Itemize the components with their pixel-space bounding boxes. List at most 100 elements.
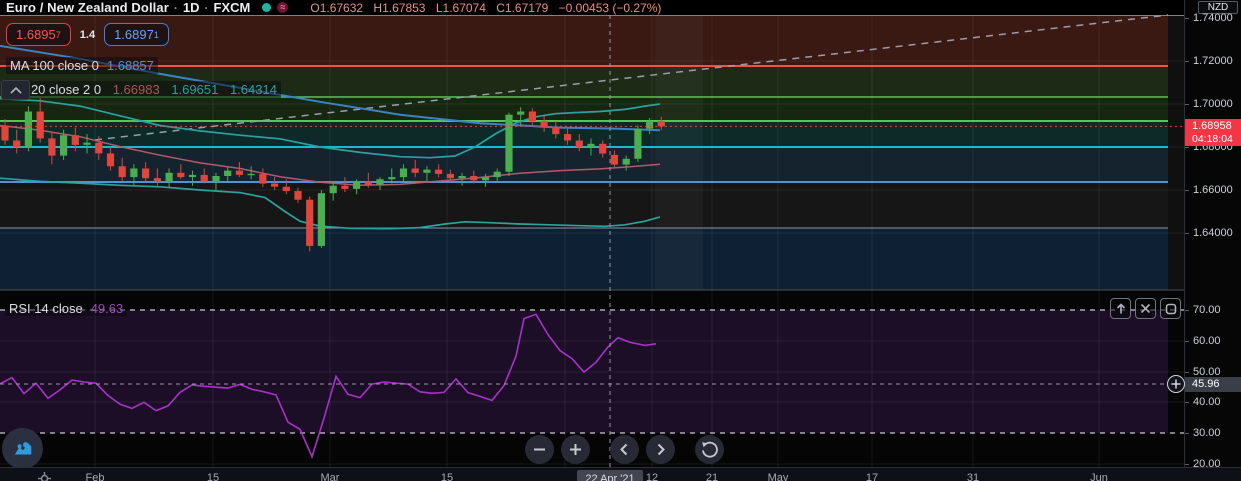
- candle-body: [388, 177, 396, 180]
- axis-tick: [1185, 104, 1189, 105]
- area-chart-logo-icon: [14, 441, 31, 454]
- bar-countdown: 04:18:04: [1192, 133, 1233, 145]
- bb-lower-value: 1.64314: [229, 82, 277, 97]
- ohlc-close-value: 1.67179: [504, 0, 549, 15]
- ohlc-high-label: H: [373, 0, 383, 15]
- rsi-indicator-name: RSI 14 close: [9, 301, 83, 316]
- axis-tick: [1185, 233, 1189, 234]
- axis-tick: [1185, 147, 1189, 148]
- maximize-pane-button[interactable]: [1160, 298, 1181, 319]
- candle-body: [294, 191, 302, 200]
- time-axis-label: Feb: [85, 472, 105, 481]
- bb-indicator-row[interactable]: BB 20 close 2 0 1.66983 1.69651 1.64314: [6, 81, 281, 98]
- candle-body: [564, 134, 572, 141]
- approx-data-icon[interactable]: ≈: [277, 2, 289, 13]
- candle-body: [71, 135, 79, 145]
- candle-body: [575, 140, 583, 147]
- axis-tick: [1185, 61, 1189, 62]
- price-level-label-blue[interactable]: 1.6897 1: [104, 23, 169, 46]
- candle-body: [106, 153, 115, 167]
- candle-body: [36, 111, 44, 139]
- timeframe-label[interactable]: 1D: [183, 0, 200, 15]
- candle-body: [247, 173, 255, 176]
- close-pane-button[interactable]: [1135, 298, 1156, 319]
- price-zone: [0, 228, 1168, 290]
- candle-body: [528, 111, 536, 122]
- candle-body: [130, 168, 138, 178]
- candle-body: [60, 135, 68, 156]
- symbol-title[interactable]: Euro / New Zealand Dollar: [6, 0, 169, 15]
- market-status-icon[interactable]: [262, 3, 272, 12]
- price-zone: [0, 147, 1168, 182]
- reset-view-button[interactable]: [695, 435, 724, 464]
- chevron-left-icon: [620, 443, 628, 456]
- candle-body: [48, 138, 56, 156]
- ohlc-open-label: O: [310, 0, 320, 15]
- arrow-up-icon: [1116, 302, 1125, 313]
- candle-body: [646, 121, 654, 129]
- legend-collapse-button[interactable]: [1, 80, 30, 100]
- axis-settings-gear-icon[interactable]: [38, 472, 51, 481]
- axis-tick: [1185, 433, 1189, 434]
- candle-body: [271, 183, 279, 187]
- candle-body: [493, 171, 501, 178]
- exchange-label[interactable]: FXCM: [214, 0, 251, 15]
- current-price-badge: 1.68958 04:18:04: [1185, 119, 1241, 146]
- candle-body: [376, 179, 384, 185]
- bb-basis-value: 1.66983: [112, 82, 160, 97]
- candle-body: [399, 168, 408, 178]
- axis-tick: [1185, 310, 1189, 311]
- price-axis-label: 30.00: [1193, 427, 1221, 439]
- price-axis-label: 1.70000: [1193, 98, 1233, 110]
- candle-body: [435, 169, 443, 174]
- price-axis-label: 1.74000: [1193, 12, 1233, 24]
- rsi-indicator-row[interactable]: RSI 14 close 49.63: [5, 301, 128, 316]
- zoom-in-button[interactable]: [561, 435, 590, 464]
- candle-body: [587, 143, 595, 147]
- chart-legend: 1.6895 7 1.4 1.6897 1 MA 100 close 0 1.688…: [6, 23, 281, 98]
- candle-body: [481, 177, 490, 181]
- chevron-right-icon: [657, 443, 665, 456]
- scroll-left-button[interactable]: [610, 435, 639, 464]
- candle-body: [364, 181, 372, 185]
- ma-indicator-name: MA 100 close 0: [10, 58, 99, 73]
- plus-icon: [1171, 379, 1181, 389]
- axis-tick: [1185, 402, 1189, 403]
- scroll-right-button[interactable]: [646, 435, 675, 464]
- candle-body: [622, 158, 630, 165]
- time-axis-label: May: [767, 472, 789, 481]
- candle-body: [517, 111, 525, 115]
- candle-body: [177, 172, 185, 178]
- time-axis[interactable]: Feb 15 Mar 15 12 21 May 17 31 Jun 22 Apr '21: [0, 467, 1241, 481]
- ohlc-low-value: 1.67074: [442, 0, 486, 15]
- time-axis-label: Mar: [320, 472, 340, 481]
- time-axis-label: 12: [645, 472, 659, 481]
- candle-body: [153, 178, 161, 182]
- candle-body: [657, 121, 665, 127]
- axis-tick: [1185, 464, 1189, 465]
- candle-body: [83, 142, 91, 145]
- zoom-out-button[interactable]: [525, 435, 554, 464]
- price-axis-label: 1.72000: [1193, 55, 1233, 67]
- price-level-label-red[interactable]: 1.6895 7: [6, 23, 71, 46]
- candle-body: [411, 168, 419, 173]
- time-axis-label: 15: [440, 472, 454, 481]
- last-bar-highlight: [655, 15, 703, 290]
- candle-body: [458, 176, 466, 179]
- ohlc-low-label: L: [435, 0, 443, 15]
- move-pane-up-button[interactable]: [1110, 298, 1131, 319]
- ma-indicator-row[interactable]: MA 100 close 0 1.68857: [6, 57, 158, 74]
- rsi-pane-controls: [1110, 298, 1181, 319]
- candle-body: [259, 173, 267, 184]
- price-axis-label: 1.66000: [1193, 184, 1233, 196]
- price-axis[interactable]: NZD 1.74000 1.72000 1.70000 1.68000 1.66000 1…: [1184, 0, 1241, 470]
- trendline-value-label: 1.4: [79, 28, 96, 41]
- price-zone: [0, 121, 1168, 147]
- crosshair-rsi-badge: 45.96: [1185, 377, 1241, 392]
- candle-body: [353, 181, 361, 189]
- candle-body: [1, 125, 9, 141]
- change-readout: −0.00453 (−0.27%): [558, 0, 662, 15]
- candle-body: [142, 168, 150, 179]
- watermark-chart-logo-button[interactable]: [2, 428, 43, 469]
- add-alert-button[interactable]: [1167, 375, 1185, 393]
